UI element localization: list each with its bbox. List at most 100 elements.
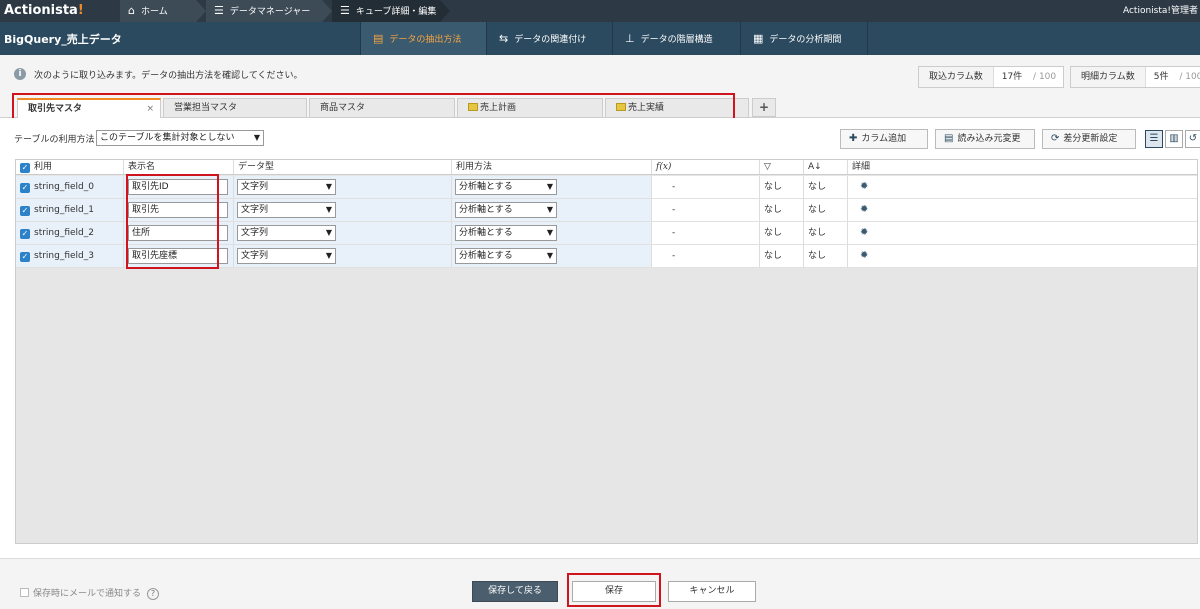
table-tab-customer-master[interactable]: 取引先マスタ × [17,98,161,119]
info-icon: i [14,68,26,80]
data-type-select[interactable]: 文字列 ▼ [237,179,336,195]
display-name-input[interactable]: 取引先ID [128,179,228,195]
row-sort[interactable]: なし [804,245,848,267]
checkbox-icon[interactable]: ✓ [20,252,30,262]
breadcrumb-cube-edit[interactable]: ☰ キューブ詳細・編集 [332,0,440,22]
change-source-button[interactable]: ▤ 読み込み元変更 [935,129,1035,149]
row-sort[interactable]: なし [804,176,848,198]
row-filter[interactable]: なし [760,245,804,267]
breadcrumb-home[interactable]: ⌂ ホーム [120,0,196,22]
user-name[interactable]: Actionista!管理者 [1123,0,1198,22]
plus-icon: ✚ [849,133,858,144]
row-type-cell: 文字列 ▼ [234,199,452,221]
table-tab-product-master[interactable]: 商品マスタ [309,98,455,118]
row-use: ✓ string_field_1 [16,199,124,221]
data-type-select[interactable]: 文字列 ▼ [237,248,336,264]
breadcrumb-data-manager[interactable]: ☰ データマネージャー [206,0,322,22]
checkbox-icon[interactable]: ✓ [20,163,30,173]
gear-icon[interactable]: ✹ [860,204,868,215]
row-type-cell: 文字列 ▼ [234,176,452,198]
add-column-button[interactable]: ✚ カラム追加 [840,129,928,149]
notify-checkbox[interactable]: 保存時にメールで通知する? [20,586,160,600]
chevron-down-icon: ▼ [546,205,553,214]
refresh-icon: ⟳ [1051,133,1060,144]
header-data-type: データ型 [234,160,452,174]
usage-label: テーブルの利用方法 [14,135,95,145]
row-type-cell: 文字列 ▼ [234,222,452,244]
table-tab-sales-actual[interactable]: 売上実績 [605,98,749,118]
checkbox-icon[interactable]: ✓ [20,206,30,216]
import-column-count: 取込カラム数 17件 / 100 [918,66,1064,88]
gear-icon[interactable]: ✹ [860,250,868,261]
add-tab-button[interactable]: + [752,98,776,117]
usage-select[interactable]: このテーブルを集計対象としない ▼ [96,130,264,146]
row-sort[interactable]: なし [804,222,848,244]
info-text: 次のように取り込みます。データの抽出方法を確認してください。 [34,71,303,81]
top-bar: Actionista! ⌂ ホーム ☰ データマネージャー ☰ キューブ詳細・編集 A… [0,0,1200,22]
row-filter[interactable]: なし [760,199,804,221]
help-icon[interactable]: ? [147,588,160,600]
calendar-icon: ▦ [753,32,764,45]
diff-settings-button[interactable]: ⟳ 差分更新設定 [1042,129,1136,149]
chevron-down-icon: ▼ [546,228,553,237]
header-sort: A↓ [804,160,848,174]
checkbox-icon[interactable] [20,588,29,597]
tab-period[interactable]: ▦ データの分析期間 [740,22,868,55]
usage-method-select[interactable]: 分析軸とする ▼ [455,202,557,218]
header-filter: ▽ [760,160,804,174]
save-and-back-button[interactable]: 保存して戻る [472,581,558,602]
folder-icon [616,103,626,111]
close-icon[interactable]: × [146,100,154,119]
row-filter[interactable]: なし [760,222,804,244]
data-type-select[interactable]: 文字列 ▼ [237,225,336,241]
display-name-input[interactable]: 取引先座標 [128,248,228,264]
chevron-down-icon: ▼ [325,205,332,214]
row-detail: ✹ [848,176,1197,198]
row-method-cell: 分析軸とする ▼ [452,222,652,244]
data-type-select[interactable]: 文字列 ▼ [237,202,336,218]
header-use[interactable]: ✓ 利用 [16,160,124,174]
row-display-cell: 取引先ID [124,176,234,198]
row-use: ✓ string_field_0 [16,176,124,198]
chevron-down-icon: ▼ [325,251,332,260]
display-name-input[interactable]: 住所 [128,225,228,241]
chevron-down-icon: ▼ [325,228,332,237]
row-sort[interactable]: なし [804,199,848,221]
table-tab-sales-plan[interactable]: 売上計画 [457,98,603,118]
usage-method-select[interactable]: 分析軸とする ▼ [455,179,557,195]
grid-header: ✓ 利用 表示名 データ型 利用方法 f(x) ▽ A↓ 詳細 [16,160,1197,175]
row-filter[interactable]: なし [760,176,804,198]
row-formula[interactable]: - [652,176,760,198]
gear-icon[interactable]: ✹ [860,181,868,192]
tab-hierarchy[interactable]: ⊥ データの階層構造 [612,22,740,55]
gear-icon[interactable]: ✹ [860,227,868,238]
save-button[interactable]: 保存 [572,581,656,602]
row-detail: ✹ [848,222,1197,244]
list-view-icon[interactable]: ☰ [1145,130,1163,148]
display-name-input[interactable]: 取引先 [128,202,228,218]
table-tab-sales-rep-master[interactable]: 営業担当マスタ [163,98,307,118]
row-formula[interactable]: - [652,222,760,244]
row-display-cell: 取引先 [124,199,234,221]
row-type-cell: 文字列 ▼ [234,245,452,267]
app-logo[interactable]: Actionista! [4,3,84,18]
usage-method-select[interactable]: 分析軸とする ▼ [455,248,557,264]
cancel-button[interactable]: キャンセル [668,581,756,602]
header-usage-method: 利用方法 [452,160,652,174]
row-formula[interactable]: - [652,245,760,267]
undo-icon[interactable]: ↺ [1185,130,1200,148]
source-icon: ▤ [944,133,954,144]
column-grid: ✓ 利用 表示名 データ型 利用方法 f(x) ▽ A↓ 詳細 ✓ string_f… [15,159,1198,544]
list-icon: ☰ [340,4,350,17]
tab-relations[interactable]: ⇆ データの関連付け [486,22,612,55]
chevron-down-icon: ▼ [546,182,553,191]
column-view-icon[interactable]: ▥ [1165,130,1183,148]
row-formula[interactable]: - [652,199,760,221]
checkbox-icon[interactable]: ✓ [20,229,30,239]
checkbox-icon[interactable]: ✓ [20,183,30,193]
list-icon: ☰ [214,4,224,17]
tab-extraction[interactable]: ▤ データの抽出方法 [360,22,486,55]
detail-column-count: 明細カラム数 5件 / 100 [1070,66,1200,88]
usage-method-select[interactable]: 分析軸とする ▼ [455,225,557,241]
home-icon: ⌂ [128,4,135,17]
